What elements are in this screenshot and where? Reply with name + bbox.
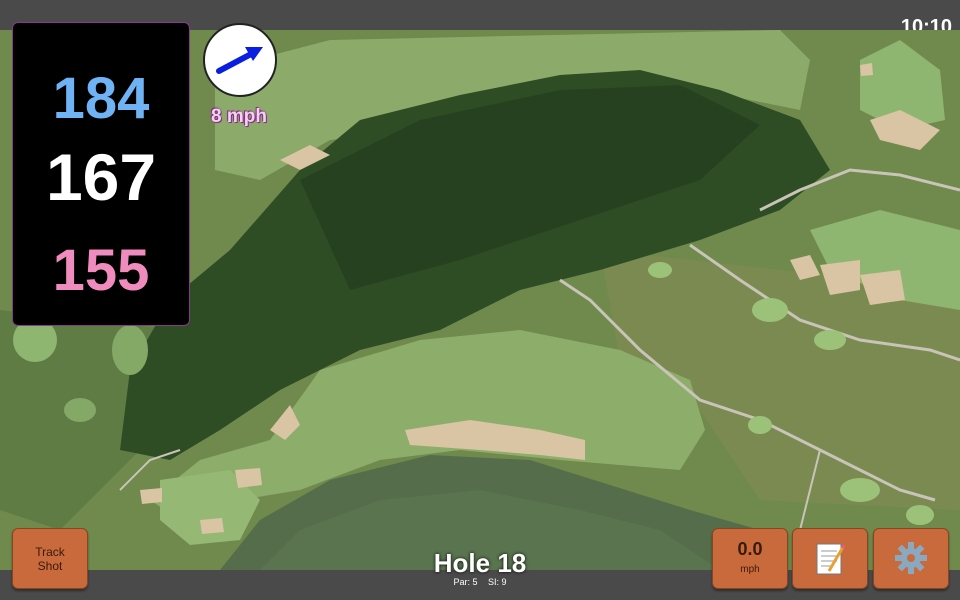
track-shot-label-line1: Track: [35, 545, 65, 559]
distance-panel: 184 167 155: [12, 22, 190, 326]
middle-of-green-distance: 167: [45, 140, 157, 214]
track-shot-button[interactable]: Track Shot: [12, 528, 88, 589]
par-label: Par: 5: [453, 577, 478, 587]
wind-direction-arrow-icon: [216, 47, 263, 74]
speed-unit: mph: [740, 564, 760, 575]
wind-indicator: [203, 23, 277, 97]
hole-info: Par: 5 SI: 9: [380, 577, 580, 587]
track-shot-label-line2: Shot: [37, 559, 63, 573]
speed-value: 0.0: [737, 539, 763, 559]
notes-button[interactable]: [792, 528, 868, 589]
wind-speed-label: 8 mph: [211, 106, 267, 127]
gear-icon: [895, 542, 927, 574]
speed-button[interactable]: 0.0 mph: [712, 528, 788, 589]
back-of-green-distance: 184: [52, 66, 150, 131]
hole-title: Hole 18: [433, 548, 527, 578]
settings-button[interactable]: [873, 528, 949, 589]
notepad-icon: [816, 543, 846, 575]
stroke-index-label: SI: 9: [488, 577, 507, 587]
front-of-green-distance: 155: [52, 238, 150, 303]
